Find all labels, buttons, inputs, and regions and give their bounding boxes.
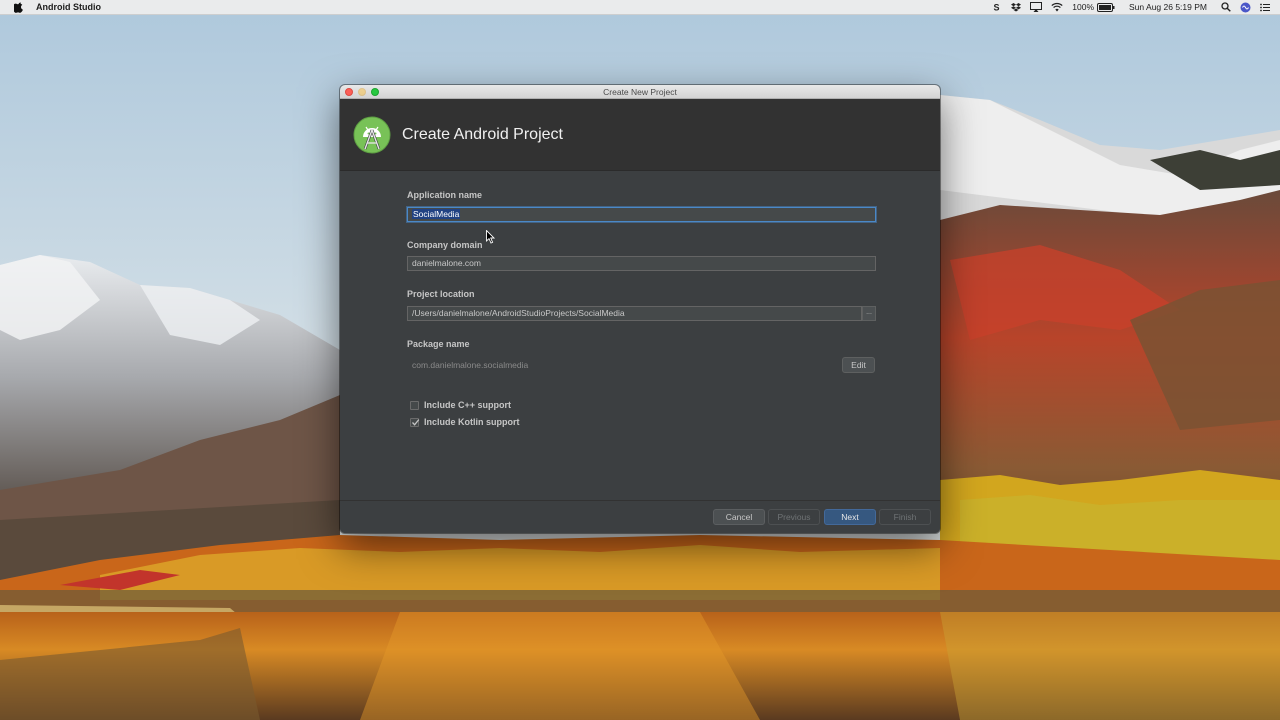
browse-location-button[interactable]: ... bbox=[862, 306, 876, 321]
macos-menu-bar: Android Studio S 100% Sun Aug 26 5:19 PM bbox=[0, 0, 1280, 15]
close-window-button[interactable] bbox=[345, 88, 353, 96]
company-domain-value: danielmalone.com bbox=[412, 258, 481, 268]
maximize-window-button[interactable] bbox=[371, 88, 379, 96]
dropbox-icon[interactable] bbox=[1011, 2, 1022, 12]
window-title: Create New Project bbox=[603, 86, 677, 97]
project-location-value: /Users/danielmalone/AndroidStudioProject… bbox=[412, 308, 625, 318]
application-name-value: SocialMedia bbox=[412, 209, 461, 219]
checkmark-icon bbox=[412, 418, 420, 426]
application-name-label: Application name bbox=[407, 190, 483, 200]
search-icon[interactable] bbox=[1221, 2, 1231, 12]
company-domain-input[interactable]: danielmalone.com bbox=[407, 256, 876, 271]
include-cpp-option[interactable]: Include C++ support bbox=[410, 400, 511, 410]
skype-icon[interactable]: S bbox=[992, 2, 1002, 13]
edit-package-button[interactable]: Edit bbox=[842, 357, 875, 373]
dialog-footer: Cancel Previous Next Finish bbox=[340, 500, 940, 533]
dialog-heading: Create Android Project bbox=[402, 125, 563, 143]
application-name-input[interactable]: SocialMedia bbox=[407, 207, 876, 222]
wifi-icon[interactable] bbox=[1051, 2, 1063, 12]
company-domain-label: Company domain bbox=[407, 240, 483, 250]
window-controls bbox=[345, 88, 384, 96]
battery-icon[interactable] bbox=[1097, 2, 1115, 12]
svg-text:S: S bbox=[994, 3, 1000, 13]
cancel-button[interactable]: Cancel bbox=[713, 509, 765, 525]
battery-percent: 100% bbox=[1072, 2, 1095, 12]
android-studio-icon bbox=[353, 116, 391, 154]
menubar-clock[interactable]: Sun Aug 26 5:19 PM bbox=[1129, 2, 1207, 12]
menu-list-icon[interactable] bbox=[1260, 3, 1270, 12]
dialog-header: Create Android Project bbox=[340, 99, 940, 171]
airplay-icon[interactable] bbox=[1030, 2, 1043, 12]
include-cpp-label: Include C++ support bbox=[424, 400, 512, 410]
project-location-input[interactable]: /Users/danielmalone/AndroidStudioProject… bbox=[407, 306, 862, 321]
mouse-cursor-icon bbox=[486, 229, 496, 244]
include-kotlin-option[interactable]: Include Kotlin support bbox=[410, 417, 520, 427]
include-kotlin-checkbox[interactable] bbox=[410, 417, 420, 427]
create-new-project-dialog: Create New Project Create Android Projec… bbox=[340, 85, 940, 533]
include-kotlin-label: Include Kotlin support bbox=[424, 417, 520, 427]
previous-button[interactable]: Previous bbox=[768, 509, 820, 525]
siri-icon[interactable] bbox=[1240, 2, 1251, 13]
finish-button[interactable]: Finish bbox=[879, 509, 931, 525]
package-name-value: com.danielmalone.socialmedia bbox=[412, 360, 529, 370]
include-cpp-checkbox[interactable] bbox=[410, 400, 419, 410]
project-location-label: Project location bbox=[407, 289, 475, 299]
dialog-titlebar[interactable]: Create New Project bbox=[340, 85, 940, 99]
app-menu-name[interactable]: Android Studio bbox=[36, 2, 101, 12]
next-button[interactable]: Next bbox=[824, 509, 876, 525]
minimize-window-button[interactable] bbox=[358, 88, 366, 96]
package-name-label: Package name bbox=[407, 339, 470, 349]
apple-icon[interactable] bbox=[12, 0, 26, 14]
